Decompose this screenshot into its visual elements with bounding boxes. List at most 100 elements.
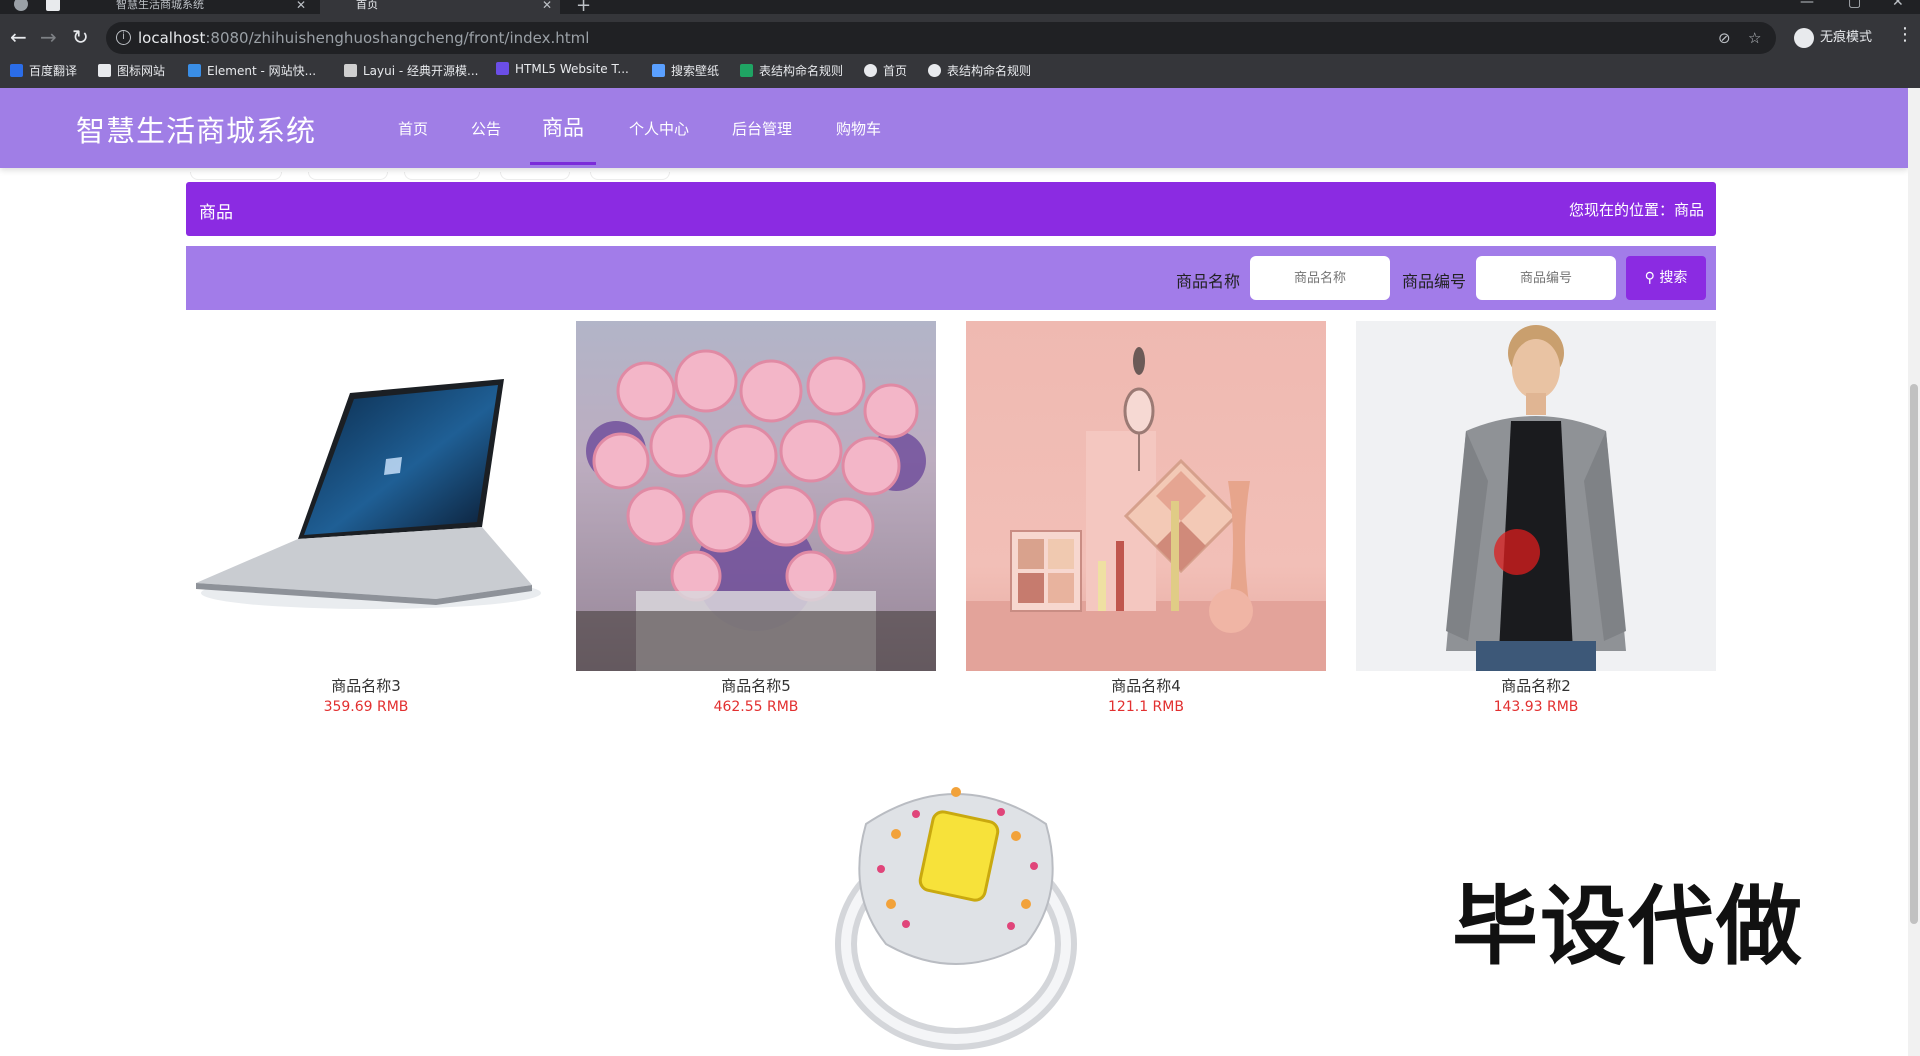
star-icon[interactable]: ☆ — [1748, 29, 1761, 47]
tab-title: 首页 — [356, 0, 378, 11]
bookmark-item[interactable]: 首页 — [864, 62, 907, 79]
bookmark-item[interactable]: 图标网站 — [98, 62, 165, 79]
tab-smart-mall[interactable]: 智慧生活商城系统 ✕ — [78, 0, 314, 14]
bookmark-label: Element - 网站快... — [207, 64, 317, 78]
product-image-cosmetics-palette[interactable] — [966, 321, 1326, 671]
bookmark-translate-icon — [10, 64, 23, 77]
breadcrumb-bar: 商品 您现在的位置：商品 — [186, 182, 1716, 236]
product-name[interactable]: 商品名称2 — [1356, 675, 1716, 696]
incognito-label: 无痕模式 — [1820, 30, 1873, 45]
site-brand[interactable]: 智慧生活商城系统 — [76, 108, 316, 150]
site-header: 智慧生活商城系统 首页 公告 商品 个人中心 后台管理 购物车 — [0, 88, 1908, 168]
window-close-icon[interactable]: ✕ — [1892, 0, 1904, 10]
product-code-input[interactable] — [1476, 256, 1616, 300]
product-price: 121.1 RMB — [1108, 699, 1184, 715]
reload-icon[interactable]: ↻ — [72, 27, 89, 47]
active-nav-indicator — [530, 162, 596, 165]
product-code-label: 商品编号 — [1402, 272, 1467, 291]
bookmark-label: 搜索壁纸 — [671, 64, 720, 78]
product-name[interactable]: 商品名称5 — [576, 675, 936, 696]
bookmark-layui-icon — [344, 64, 357, 77]
browser-app-icon[interactable] — [14, 0, 28, 11]
product-price: 143.93 RMB — [1493, 699, 1579, 715]
bookmark-wallpaper-icon — [652, 64, 665, 77]
product-price: 462.55 RMB — [713, 699, 799, 715]
watermark-text: 毕设代做 — [1452, 877, 1804, 977]
close-icon[interactable]: ✕ — [296, 0, 306, 11]
product-image-diamond-ring[interactable] — [776, 754, 1136, 1056]
nav-products[interactable]: 商品 — [542, 112, 584, 142]
breadcrumb: 您现在的位置：商品 — [1568, 201, 1704, 219]
bookmark-item[interactable]: HTML5 Website T... — [496, 62, 629, 76]
scrollbar-thumb[interactable] — [1910, 384, 1918, 924]
menu-kebab-icon[interactable]: ⋮ — [1896, 24, 1914, 45]
url-host: localhost — [138, 29, 206, 47]
bookmarks-bar: 百度翻译 图标网站 Element - 网站快... Layui - 经典开源模… — [0, 56, 1920, 88]
address-bar-row: ← → ↻ i localhost:8080/zhihuishenghuosha… — [0, 14, 1920, 62]
bookmark-flag-icon — [98, 64, 111, 77]
search-icon: ⚲ — [1644, 270, 1655, 286]
search-button[interactable]: ⚲ 搜索 — [1626, 256, 1706, 300]
bookmark-item[interactable]: 搜索壁纸 — [652, 62, 719, 79]
back-arrow-icon[interactable]: ← — [10, 27, 27, 47]
tab-title: 智慧生活商城系统 — [116, 0, 204, 11]
url-path: :8080/zhihuishenghuoshangcheng/front/ind… — [205, 29, 590, 47]
search-bar: 商品名称 商品编号 ⚲ 搜索 — [186, 246, 1716, 310]
bookmark-item[interactable]: 表结构命名规则 — [928, 62, 1031, 79]
product-card[interactable]: 商品名称5 462.55 RMB — [576, 321, 936, 717]
minimize-icon[interactable]: — — [1800, 0, 1814, 10]
product-name[interactable]: 商品名称4 — [966, 675, 1326, 696]
page-scrollbar[interactable] — [1908, 88, 1920, 1056]
product-image-laptop[interactable] — [186, 321, 546, 671]
tab-search-icon[interactable] — [46, 0, 60, 11]
product-card[interactable]: 商品名称4 121.1 RMB — [966, 321, 1326, 717]
bookmark-element-icon — [188, 64, 201, 77]
ghost-tab — [190, 172, 282, 180]
product-price: 359.69 RMB — [323, 699, 409, 715]
product-name-input[interactable] — [1250, 256, 1390, 300]
bookmark-globe-icon — [864, 64, 877, 77]
eye-off-icon[interactable]: ⊘ — [1718, 29, 1731, 47]
url-text[interactable]: localhost:8080/zhihuishenghuoshangcheng/… — [138, 29, 589, 47]
ghost-tab — [404, 172, 480, 180]
bookmark-label: 百度翻译 — [29, 64, 78, 78]
bookmark-item[interactable]: Element - 网站快... — [188, 62, 316, 79]
bookmark-html5-icon — [496, 62, 509, 75]
bookmark-item[interactable]: 表结构命名规则 — [740, 62, 843, 79]
incognito-indicator[interactable]: 无痕模式 — [1794, 26, 1872, 48]
bookmark-label: 表结构命名规则 — [947, 64, 1032, 78]
bookmark-item[interactable]: 百度翻译 — [10, 62, 77, 79]
product-image-flower-bouquet[interactable] — [576, 321, 936, 671]
page-title: 商品 — [199, 203, 233, 223]
maximize-icon[interactable]: ▢ — [1848, 0, 1861, 10]
bookmark-globe-icon — [928, 64, 941, 77]
close-icon[interactable]: ✕ — [542, 0, 552, 11]
bookmark-item[interactable]: Layui - 经典开源模... — [344, 62, 478, 79]
product-image-man-in-jacket[interactable] — [1356, 321, 1716, 671]
ghost-tab — [590, 172, 670, 180]
page-viewport: 智慧生活商城系统 首页 公告 商品 个人中心 后台管理 购物车 商品 您现在的位… — [0, 88, 1908, 1056]
bookmark-label: HTML5 Website T... — [515, 62, 629, 76]
nav-admin[interactable]: 后台管理 — [732, 118, 792, 139]
bookmark-sheet-icon — [740, 64, 753, 77]
nav-home[interactable]: 首页 — [398, 118, 428, 139]
mouse-cursor-highlight — [1494, 529, 1540, 575]
search-button-label: 搜索 — [1659, 270, 1688, 286]
product-name[interactable]: 商品名称3 — [186, 675, 546, 696]
site-info-icon[interactable]: i — [116, 30, 131, 45]
nav-announcement[interactable]: 公告 — [471, 118, 501, 139]
incognito-icon — [1794, 27, 1814, 48]
product-card[interactable]: 商品名称3 359.69 RMB — [186, 321, 546, 717]
bookmark-label: 表结构命名规则 — [759, 64, 844, 78]
url-input[interactable]: i localhost:8080/zhihuishenghuoshangchen… — [106, 22, 1776, 54]
nav-cart[interactable]: 购物车 — [836, 118, 881, 139]
forward-arrow-icon[interactable]: → — [40, 27, 57, 47]
bookmark-label: 图标网站 — [117, 64, 166, 78]
product-card[interactable] — [776, 754, 1136, 1056]
nav-profile[interactable]: 个人中心 — [629, 118, 689, 139]
bookmark-label: Layui - 经典开源模... — [363, 64, 479, 78]
ghost-tab — [308, 172, 388, 180]
product-card[interactable]: 商品名称2 143.93 RMB — [1356, 321, 1716, 717]
product-name-label: 商品名称 — [1176, 272, 1241, 291]
tab-home[interactable]: 首页 ✕ — [320, 0, 560, 14]
